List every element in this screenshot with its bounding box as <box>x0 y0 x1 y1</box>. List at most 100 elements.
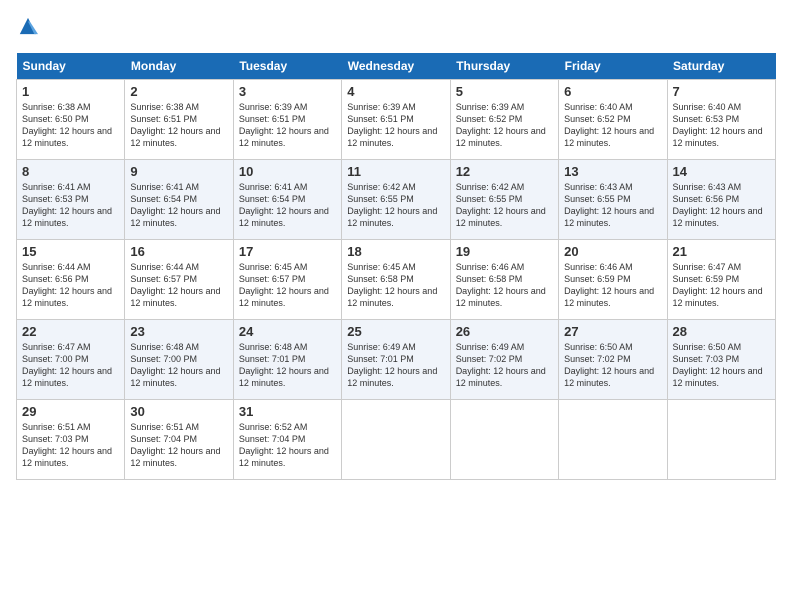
day-number: 29 <box>22 404 119 419</box>
day-info: Sunrise: 6:49 AM Sunset: 7:01 PM Dayligh… <box>347 341 444 390</box>
day-info: Sunrise: 6:51 AM Sunset: 7:03 PM Dayligh… <box>22 421 119 470</box>
header-thursday: Thursday <box>450 53 558 80</box>
day-number: 14 <box>673 164 770 179</box>
day-info: Sunrise: 6:41 AM Sunset: 6:54 PM Dayligh… <box>239 181 336 230</box>
calendar-cell: 12 Sunrise: 6:42 AM Sunset: 6:55 PM Dayli… <box>450 159 558 239</box>
header-monday: Monday <box>125 53 233 80</box>
calendar-cell: 18 Sunrise: 6:45 AM Sunset: 6:58 PM Dayli… <box>342 239 450 319</box>
header-sunday: Sunday <box>17 53 125 80</box>
calendar-cell: 7 Sunrise: 6:40 AM Sunset: 6:53 PM Daylig… <box>667 79 775 159</box>
header-tuesday: Tuesday <box>233 53 341 80</box>
day-number: 22 <box>22 324 119 339</box>
day-info: Sunrise: 6:47 AM Sunset: 6:59 PM Dayligh… <box>673 261 770 310</box>
day-number: 15 <box>22 244 119 259</box>
calendar-cell: 28 Sunrise: 6:50 AM Sunset: 7:03 PM Dayli… <box>667 319 775 399</box>
day-info: Sunrise: 6:42 AM Sunset: 6:55 PM Dayligh… <box>456 181 553 230</box>
calendar-cell: 14 Sunrise: 6:43 AM Sunset: 6:56 PM Dayli… <box>667 159 775 239</box>
day-info: Sunrise: 6:50 AM Sunset: 7:03 PM Dayligh… <box>673 341 770 390</box>
day-info: Sunrise: 6:40 AM Sunset: 6:52 PM Dayligh… <box>564 101 661 150</box>
day-number: 6 <box>564 84 661 99</box>
calendar-cell: 27 Sunrise: 6:50 AM Sunset: 7:02 PM Dayli… <box>559 319 667 399</box>
logo-icon <box>18 16 38 36</box>
day-info: Sunrise: 6:40 AM Sunset: 6:53 PM Dayligh… <box>673 101 770 150</box>
calendar-cell: 4 Sunrise: 6:39 AM Sunset: 6:51 PM Daylig… <box>342 79 450 159</box>
day-number: 19 <box>456 244 553 259</box>
day-info: Sunrise: 6:38 AM Sunset: 6:51 PM Dayligh… <box>130 101 227 150</box>
day-number: 27 <box>564 324 661 339</box>
calendar-cell: 3Sunrise: 6:39 AM Sunset: 6:51 PM Daylig… <box>233 79 341 159</box>
day-info: Sunrise: 6:43 AM Sunset: 6:55 PM Dayligh… <box>564 181 661 230</box>
day-number: 28 <box>673 324 770 339</box>
calendar-cell <box>559 399 667 479</box>
calendar-cell: 8 Sunrise: 6:41 AM Sunset: 6:53 PM Daylig… <box>17 159 125 239</box>
calendar-cell: 30Sunrise: 6:51 AM Sunset: 7:04 PM Dayli… <box>125 399 233 479</box>
calendar-cell <box>450 399 558 479</box>
day-number: 13 <box>564 164 661 179</box>
calendar-cell: 22 Sunrise: 6:47 AM Sunset: 7:00 PM Dayli… <box>17 319 125 399</box>
calendar-cell: 23Sunrise: 6:48 AM Sunset: 7:00 PM Dayli… <box>125 319 233 399</box>
calendar-cell: 20Sunrise: 6:46 AM Sunset: 6:59 PM Dayli… <box>559 239 667 319</box>
day-info: Sunrise: 6:39 AM Sunset: 6:51 PM Dayligh… <box>347 101 444 150</box>
day-number: 26 <box>456 324 553 339</box>
day-number: 10 <box>239 164 336 179</box>
day-number: 24 <box>239 324 336 339</box>
calendar-cell: 16Sunrise: 6:44 AM Sunset: 6:57 PM Dayli… <box>125 239 233 319</box>
day-info: Sunrise: 6:46 AM Sunset: 6:58 PM Dayligh… <box>456 261 553 310</box>
day-info: Sunrise: 6:52 AM Sunset: 7:04 PM Dayligh… <box>239 421 336 470</box>
day-info: Sunrise: 6:38 AM Sunset: 6:50 PM Dayligh… <box>22 101 119 150</box>
day-number: 25 <box>347 324 444 339</box>
calendar-cell: 21Sunrise: 6:47 AM Sunset: 6:59 PM Dayli… <box>667 239 775 319</box>
day-info: Sunrise: 6:41 AM Sunset: 6:53 PM Dayligh… <box>22 181 119 230</box>
calendar-table: SundayMondayTuesdayWednesdayThursdayFrid… <box>16 53 776 480</box>
calendar-header-row: SundayMondayTuesdayWednesdayThursdayFrid… <box>17 53 776 80</box>
day-info: Sunrise: 6:39 AM Sunset: 6:51 PM Dayligh… <box>239 101 336 150</box>
calendar-cell: 31 Sunrise: 6:52 AM Sunset: 7:04 PM Dayli… <box>233 399 341 479</box>
day-number: 9 <box>130 164 227 179</box>
day-info: Sunrise: 6:43 AM Sunset: 6:56 PM Dayligh… <box>673 181 770 230</box>
header-saturday: Saturday <box>667 53 775 80</box>
calendar-cell: 26Sunrise: 6:49 AM Sunset: 7:02 PM Dayli… <box>450 319 558 399</box>
day-number: 2 <box>130 84 227 99</box>
day-number: 4 <box>347 84 444 99</box>
day-number: 20 <box>564 244 661 259</box>
day-number: 17 <box>239 244 336 259</box>
calendar-cell: 19 Sunrise: 6:46 AM Sunset: 6:58 PM Dayli… <box>450 239 558 319</box>
day-number: 8 <box>22 164 119 179</box>
calendar-cell: 29 Sunrise: 6:51 AM Sunset: 7:03 PM Dayli… <box>17 399 125 479</box>
calendar-cell: 15Sunrise: 6:44 AM Sunset: 6:56 PM Dayli… <box>17 239 125 319</box>
header-wednesday: Wednesday <box>342 53 450 80</box>
day-number: 30 <box>130 404 227 419</box>
calendar-week-1: 1Sunrise: 6:38 AM Sunset: 6:50 PM Daylig… <box>17 79 776 159</box>
page-header <box>16 16 776 41</box>
calendar-cell: 9 Sunrise: 6:41 AM Sunset: 6:54 PM Daylig… <box>125 159 233 239</box>
day-number: 12 <box>456 164 553 179</box>
calendar-cell: 5Sunrise: 6:39 AM Sunset: 6:52 PM Daylig… <box>450 79 558 159</box>
day-info: Sunrise: 6:50 AM Sunset: 7:02 PM Dayligh… <box>564 341 661 390</box>
day-number: 11 <box>347 164 444 179</box>
calendar-cell: 11 Sunrise: 6:42 AM Sunset: 6:55 PM Dayli… <box>342 159 450 239</box>
calendar-cell: 25 Sunrise: 6:49 AM Sunset: 7:01 PM Dayli… <box>342 319 450 399</box>
calendar-cell: 13 Sunrise: 6:43 AM Sunset: 6:55 PM Dayli… <box>559 159 667 239</box>
logo <box>16 16 38 41</box>
day-info: Sunrise: 6:47 AM Sunset: 7:00 PM Dayligh… <box>22 341 119 390</box>
calendar-cell <box>667 399 775 479</box>
day-info: Sunrise: 6:45 AM Sunset: 6:58 PM Dayligh… <box>347 261 444 310</box>
calendar-cell: 1Sunrise: 6:38 AM Sunset: 6:50 PM Daylig… <box>17 79 125 159</box>
day-number: 18 <box>347 244 444 259</box>
header-friday: Friday <box>559 53 667 80</box>
calendar-week-4: 22 Sunrise: 6:47 AM Sunset: 7:00 PM Dayli… <box>17 319 776 399</box>
day-number: 31 <box>239 404 336 419</box>
calendar-cell: 6 Sunrise: 6:40 AM Sunset: 6:52 PM Daylig… <box>559 79 667 159</box>
day-info: Sunrise: 6:48 AM Sunset: 7:01 PM Dayligh… <box>239 341 336 390</box>
day-info: Sunrise: 6:48 AM Sunset: 7:00 PM Dayligh… <box>130 341 227 390</box>
day-info: Sunrise: 6:41 AM Sunset: 6:54 PM Dayligh… <box>130 181 227 230</box>
day-info: Sunrise: 6:42 AM Sunset: 6:55 PM Dayligh… <box>347 181 444 230</box>
calendar-week-5: 29 Sunrise: 6:51 AM Sunset: 7:03 PM Dayli… <box>17 399 776 479</box>
day-number: 7 <box>673 84 770 99</box>
calendar-cell: 17 Sunrise: 6:45 AM Sunset: 6:57 PM Dayli… <box>233 239 341 319</box>
day-info: Sunrise: 6:45 AM Sunset: 6:57 PM Dayligh… <box>239 261 336 310</box>
day-info: Sunrise: 6:44 AM Sunset: 6:57 PM Dayligh… <box>130 261 227 310</box>
calendar-cell: 2 Sunrise: 6:38 AM Sunset: 6:51 PM Daylig… <box>125 79 233 159</box>
calendar-cell: 24 Sunrise: 6:48 AM Sunset: 7:01 PM Dayli… <box>233 319 341 399</box>
calendar-cell: 10 Sunrise: 6:41 AM Sunset: 6:54 PM Dayli… <box>233 159 341 239</box>
